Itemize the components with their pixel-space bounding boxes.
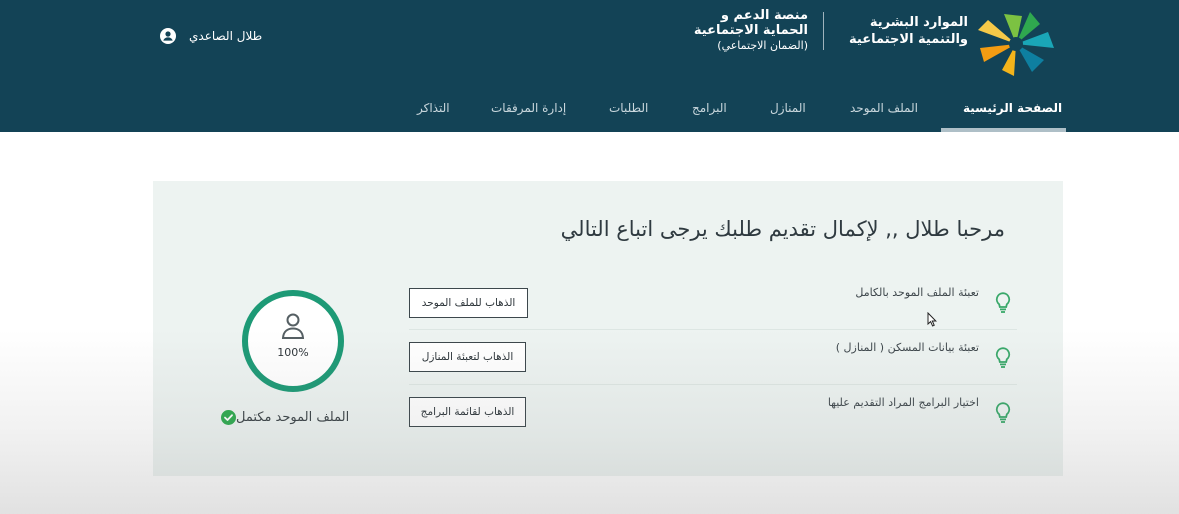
mouse-cursor-icon — [927, 312, 937, 327]
nav-active-indicator — [941, 128, 1066, 132]
platform-title-line1: منصة الدعم و — [720, 8, 808, 23]
step-label: تعبئة بيانات المسكن ( المنازل ) — [835, 341, 979, 354]
profile-progress-ring: 100% — [240, 288, 346, 394]
go-to-unified-file-button[interactable]: الذهاب للملف الموحد — [409, 288, 528, 318]
platform-title: منصة الدعم و الحماية الاجتماعية (الضمان … — [690, 8, 808, 53]
ministry-name-line2: والتنمية الاجتماعية — [849, 32, 968, 47]
nav-unified-file[interactable]: الملف الموحد — [850, 101, 918, 132]
nav-homes[interactable]: المنازل — [770, 101, 806, 132]
profile-complete-label: الملف الموحد مكتمل — [236, 410, 350, 425]
step-row: تعبئة الملف الموحد بالكامل الذهاب للملف … — [409, 276, 1017, 330]
step-row: تعبئة بيانات المسكن ( المنازل ) الذهاب ل… — [409, 331, 1017, 385]
ministry-logo-icon — [978, 12, 1054, 76]
nav-programs[interactable]: البرامج — [692, 101, 727, 132]
go-to-programs-button[interactable]: الذهاب لقائمة البرامج — [409, 397, 526, 427]
step-row: اختيار البرامج المراد التقديم عليها الذه… — [409, 386, 1017, 440]
ministry-name: الموارد البشرية والتنمية الاجتماعية — [840, 14, 968, 48]
nav-requests[interactable]: الطلبات — [609, 101, 648, 132]
user-avatar-icon — [160, 28, 176, 44]
step-label: اختيار البرامج المراد التقديم عليها — [827, 396, 979, 409]
check-circle-icon — [221, 410, 236, 425]
step-label: تعبئة الملف الموحد بالكامل — [855, 286, 979, 299]
platform-title-line2: الحماية الاجتماعية — [693, 23, 808, 38]
profile-complete-status: الملف الموحد مكتمل — [221, 410, 355, 425]
go-to-homes-button[interactable]: الذهاب لتعبئة المنازل — [409, 342, 526, 372]
application-steps-card: مرحبا طلال ,, لإكمال تقديم طلبك يرجى اتب… — [153, 181, 1063, 476]
user-menu[interactable]: طلال الصاعدي — [160, 28, 262, 44]
user-name: طلال الصاعدي — [189, 29, 263, 43]
progress-percent: 100% — [277, 346, 309, 359]
brand-divider — [823, 12, 824, 50]
ministry-name-line1: الموارد البشرية — [869, 15, 968, 30]
top-header: طلال الصاعدي منصة الدعم و الحماية الاجتم… — [0, 0, 1179, 132]
platform-title-line3: (الضمان الاجتماعي) — [717, 39, 808, 52]
user-outline-icon — [281, 313, 305, 339]
nav-attachments[interactable]: إدارة المرفقات — [491, 101, 566, 132]
nav-tickets[interactable]: التذاكر — [417, 101, 450, 132]
welcome-message: مرحبا طلال ,, لإكمال تقديم طلبك يرجى اتب… — [560, 217, 1005, 241]
lightbulb-icon — [995, 292, 1011, 313]
lightbulb-icon — [995, 347, 1011, 368]
lightbulb-icon — [995, 402, 1011, 423]
progress-ring-graphic — [242, 290, 344, 392]
